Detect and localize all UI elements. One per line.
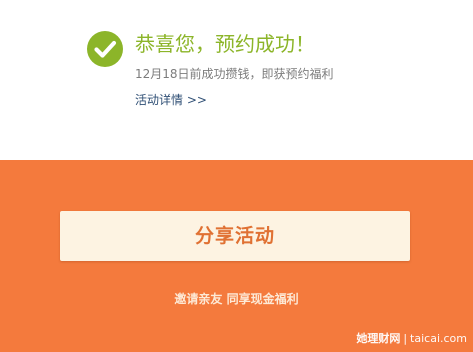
success-description: 12月18日前成功攒钱，即获预约福利 bbox=[135, 67, 334, 81]
activity-details-link[interactable]: 活动详情 >> bbox=[135, 92, 207, 108]
share-section: 分享活动 邀请亲友 同享现金福利 她理财网 | taicai.com bbox=[0, 160, 473, 352]
watermark-brand: 她理财网 bbox=[356, 332, 401, 345]
success-title: 恭喜您，预约成功！ bbox=[135, 32, 315, 56]
invite-friends-text: 邀请亲友 同享现金福利 bbox=[174, 292, 299, 306]
checkmark-icon bbox=[87, 31, 123, 67]
site-watermark: 她理财网 | taicai.com bbox=[356, 332, 467, 346]
watermark-separator: | bbox=[403, 332, 408, 345]
success-section: 恭喜您，预约成功！ 12月18日前成功攒钱，即获预约福利 活动详情 >> bbox=[0, 0, 473, 160]
watermark-domain: taicai.com bbox=[410, 332, 467, 345]
share-activity-button[interactable]: 分享活动 bbox=[60, 211, 410, 261]
